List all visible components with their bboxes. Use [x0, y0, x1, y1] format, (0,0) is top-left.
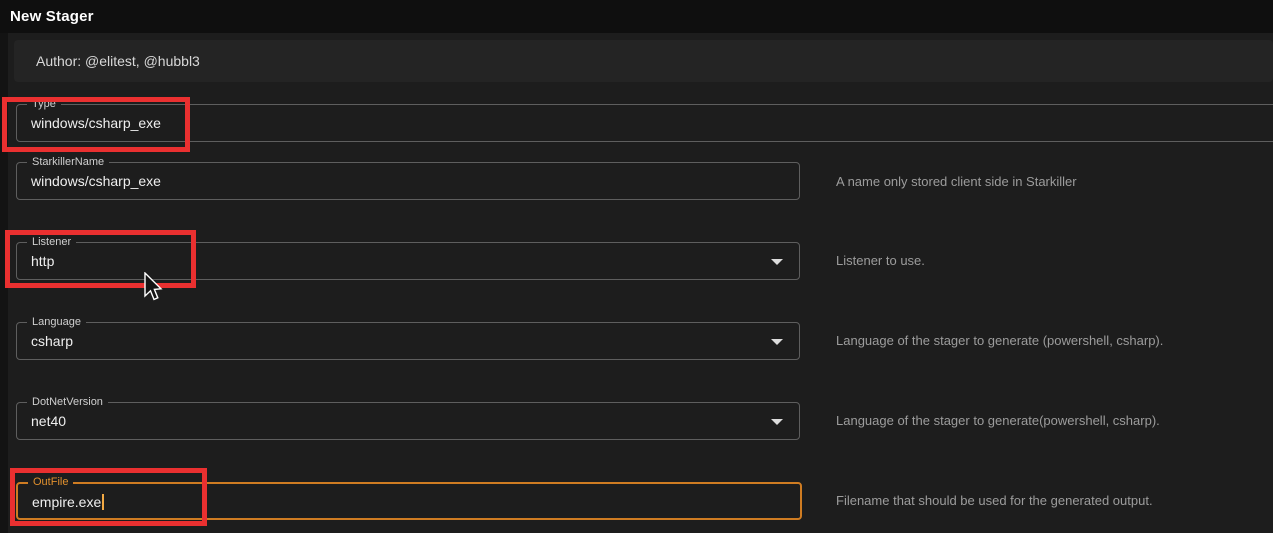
author-bar: Author: @elitest, @hubbl3	[14, 40, 1273, 82]
annotation-box-type	[2, 97, 190, 152]
new-stager-page: New Stager Author: @elitest, @hubbl3 Typ…	[0, 0, 1273, 533]
mouse-cursor	[143, 272, 163, 302]
chevron-down-icon[interactable]	[771, 419, 783, 425]
annotation-box-outfile	[10, 468, 207, 526]
chevron-down-icon[interactable]	[771, 339, 783, 345]
dotnetversion-value: net40	[31, 403, 66, 439]
language-helper: Language of the stager to generate (powe…	[836, 333, 1163, 349]
listener-helper: Listener to use.	[836, 253, 925, 269]
language-select[interactable]: Language csharp	[16, 322, 800, 360]
chevron-down-icon[interactable]	[771, 259, 783, 265]
outfile-helper: Filename that should be used for the gen…	[836, 493, 1153, 509]
page-title: New Stager	[10, 0, 94, 33]
dotnetversion-select[interactable]: DotNetVersion net40	[16, 402, 800, 440]
starkillername-input[interactable]: StarkillerName windows/csharp_exe	[16, 162, 800, 200]
form-panel: Author: @elitest, @hubbl3 Type windows/c…	[8, 33, 1273, 533]
starkillername-value: windows/csharp_exe	[31, 163, 161, 199]
starkillername-helper: A name only stored client side in Starki…	[836, 174, 1077, 190]
dotnetversion-helper: Language of the stager to generate(power…	[836, 413, 1160, 429]
language-value: csharp	[31, 323, 73, 359]
page-header: New Stager	[0, 0, 1273, 33]
type-input[interactable]: Type windows/csharp_exe	[16, 104, 1273, 142]
annotation-box-listener	[5, 230, 196, 288]
author-text: Author: @elitest, @hubbl3	[36, 40, 200, 82]
